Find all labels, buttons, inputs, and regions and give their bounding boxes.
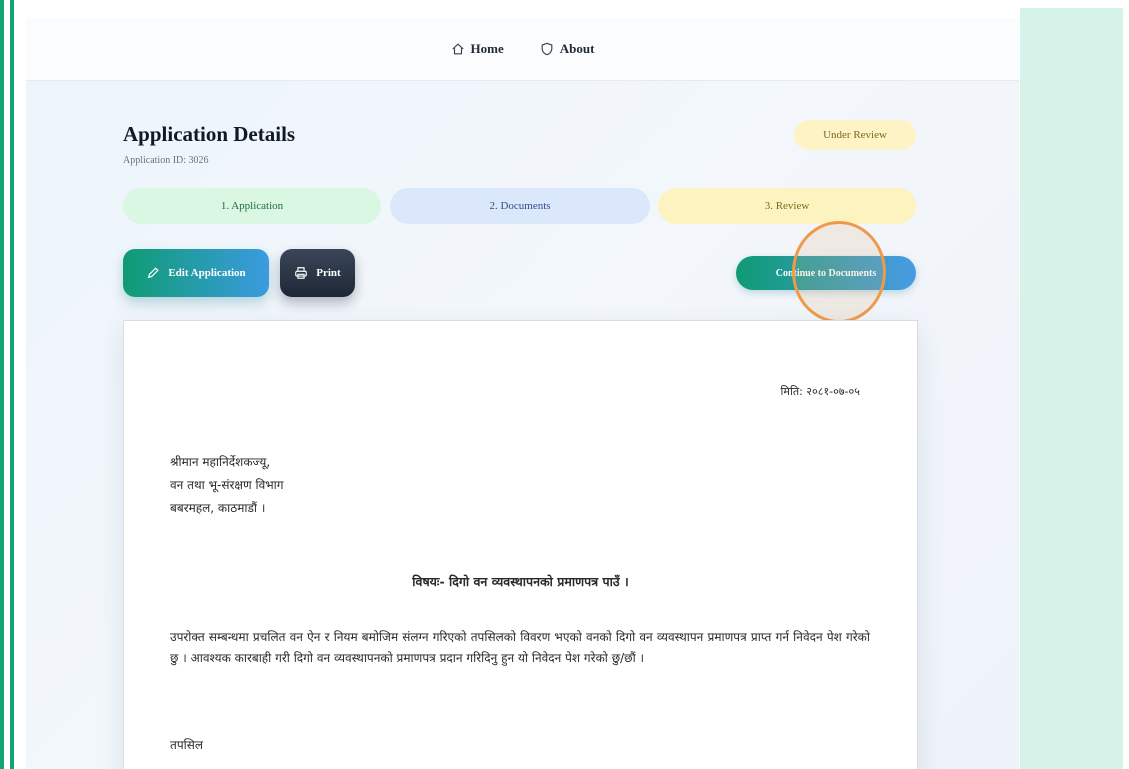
- step-review[interactable]: 3. Review: [658, 188, 916, 224]
- address-line: बबरमहल, काठमाडौं ।: [170, 501, 266, 515]
- nav-home-label: Home: [470, 41, 504, 56]
- nav-home-link[interactable]: Home: [451, 41, 504, 57]
- document-subject: विषयः- दिगो वन व्यवस्थापनको प्रमाणपत्र प…: [412, 574, 629, 589]
- printer-icon: [295, 267, 308, 279]
- document-details-heading: तपसिल: [170, 738, 204, 752]
- status-badge: Under Review: [794, 120, 916, 150]
- nav-about-link[interactable]: About: [540, 41, 595, 57]
- pencil-icon: [148, 267, 160, 279]
- shield-icon: [541, 42, 553, 56]
- page-title: Application Details: [123, 122, 296, 146]
- click-highlight-ring: [792, 221, 886, 323]
- nav-about-label: About: [559, 41, 595, 56]
- window-edge-accent: [10, 0, 14, 769]
- document-date: मिति: २०८१-०७-०५: [780, 385, 860, 398]
- top-navbar: Home About: [26, 18, 1019, 81]
- step-documents[interactable]: 2. Documents: [390, 188, 650, 224]
- home-icon: [451, 43, 464, 55]
- step-application[interactable]: 1. Application: [123, 188, 381, 224]
- print-label: Print: [316, 267, 341, 279]
- edit-application-button[interactable]: Edit Application: [123, 249, 269, 297]
- document-address: श्रीमान महानिर्देशकज्यू, वन तथा भू-संरक्…: [170, 451, 284, 520]
- document-body: उपरोक्त सम्बन्धमा प्रचलित वन ऐन र नियम ब…: [170, 630, 870, 665]
- window-edge-accent: [0, 0, 4, 769]
- application-id: Application ID: 3026: [123, 155, 209, 166]
- application-document-preview: मिति: २०८१-०७-०५ श्रीमान महानिर्देशकज्यू…: [123, 320, 918, 769]
- page-container: Home About Application Details Applicati…: [26, 18, 1019, 769]
- address-line: वन तथा भू-संरक्षण विभाग: [170, 478, 284, 492]
- edit-application-label: Edit Application: [168, 267, 246, 279]
- address-line: श्रीमान महानिर्देशकज्यू,: [170, 455, 271, 469]
- side-panel: [1020, 8, 1123, 769]
- print-button[interactable]: Print: [280, 249, 355, 297]
